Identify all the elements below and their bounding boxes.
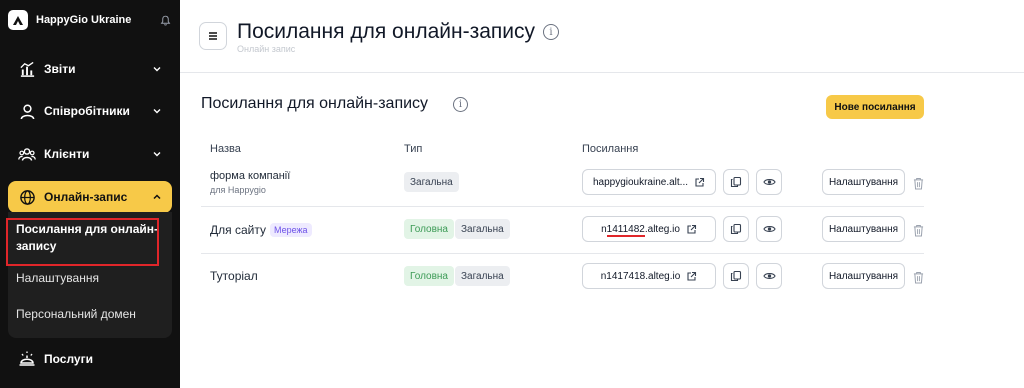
settings-button[interactable]: Налаштування: [822, 169, 905, 195]
user-icon: [18, 102, 36, 120]
users-icon: [18, 145, 36, 163]
submenu-item-settings[interactable]: Налаштування: [16, 271, 99, 285]
link-marked-id: 1411482: [606, 223, 645, 237]
sidebar-item-label: Клієнти: [44, 147, 90, 161]
copy-icon: [730, 176, 742, 188]
sidebar-item-online-booking[interactable]: Онлайн-запис: [8, 181, 172, 213]
booking-link-text: n1411482.alteg.io: [601, 223, 680, 237]
submenu-item-custom-domain[interactable]: Персональний домен: [16, 307, 136, 321]
column-header-link: Посилання: [582, 143, 639, 155]
network-badge: Мережа: [270, 223, 312, 237]
booking-link-text: happygioukraine.alt...: [592, 176, 689, 188]
section-title: Посилання для онлайн-запису: [201, 95, 429, 112]
chart-icon: [18, 60, 36, 78]
chevron-down-icon: [152, 149, 162, 159]
column-header-type: Тип: [404, 143, 423, 155]
trash-icon[interactable]: [912, 176, 924, 190]
service-bell-icon: [18, 350, 36, 368]
eye-icon: [762, 273, 776, 279]
new-link-button[interactable]: Нове посилання: [826, 95, 924, 119]
preview-button[interactable]: [756, 216, 782, 242]
chevron-down-icon: [152, 64, 162, 74]
brand: HappyGio Ukraine: [8, 8, 172, 32]
trash-icon[interactable]: [912, 223, 924, 237]
copy-icon: [730, 270, 742, 282]
booking-link-text: n1417418.alteg.io: [600, 270, 681, 282]
chevron-down-icon: [152, 106, 162, 116]
settings-button[interactable]: Налаштування: [822, 216, 905, 242]
eye-icon: [762, 226, 776, 232]
type-badge-main: Головна: [404, 219, 454, 239]
preview-button[interactable]: [756, 169, 782, 195]
copy-button[interactable]: [723, 169, 749, 195]
hamburger-icon: [209, 32, 217, 40]
copy-button[interactable]: [723, 216, 749, 242]
bell-icon[interactable]: [158, 13, 172, 27]
row-subtitle: для Happygio: [210, 185, 266, 195]
brand-logo-icon: [8, 10, 28, 30]
globe-icon: [18, 188, 36, 206]
link-prefix: n: [601, 223, 607, 235]
header-divider: [180, 72, 1024, 73]
sidebar-item-label: Онлайн-запис: [44, 190, 128, 204]
info-icon[interactable]: i: [453, 97, 468, 112]
row-name: Туторіал: [210, 269, 258, 283]
breadcrumb: Онлайн запис: [237, 44, 296, 54]
type-badge-general: Загальна: [455, 266, 510, 286]
row-name: форма компанії: [210, 170, 291, 182]
settings-button[interactable]: Налаштування: [822, 263, 905, 289]
sidebar-item-reports[interactable]: Звіти: [8, 53, 172, 85]
booking-link[interactable]: n1411482.alteg.io: [582, 216, 716, 242]
external-link-icon: [686, 271, 697, 282]
selection-highlight: [6, 218, 159, 266]
external-link-icon: [686, 224, 697, 235]
type-badge-main: Головна: [404, 266, 454, 286]
sidebar-item-label: Звіти: [44, 62, 76, 76]
booking-link[interactable]: happygioukraine.alt...: [582, 169, 716, 195]
preview-button[interactable]: [756, 263, 782, 289]
sidebar: HappyGio Ukraine Звіти Співробітники Клі…: [0, 0, 180, 388]
sidebar-item-label: Співробітники: [44, 104, 130, 118]
sidebar-item-employees[interactable]: Співробітники: [8, 95, 172, 127]
sidebar-item-services[interactable]: Послуги: [8, 343, 172, 375]
booking-link[interactable]: n1417418.alteg.io: [582, 263, 716, 289]
type-badge-general: Загальна: [404, 172, 459, 192]
row-name: Для сайту: [210, 223, 266, 237]
eye-icon: [762, 179, 776, 185]
link-suffix: .alteg.io: [644, 223, 680, 235]
brand-name: HappyGio Ukraine: [36, 14, 132, 26]
type-badge-general: Загальна: [455, 219, 510, 239]
copy-button[interactable]: [723, 263, 749, 289]
column-header-name: Назва: [210, 143, 241, 155]
chevron-up-icon: [152, 192, 162, 202]
page-title: Посилання для онлайн-запису: [237, 20, 535, 43]
sidebar-item-clients[interactable]: Клієнти: [8, 138, 172, 170]
trash-icon[interactable]: [912, 270, 924, 284]
info-icon[interactable]: i: [543, 24, 559, 40]
row-divider: [201, 253, 924, 254]
sidebar-item-label: Послуги: [44, 352, 93, 366]
external-link-icon: [694, 177, 705, 188]
menu-toggle-button[interactable]: [199, 22, 227, 50]
copy-icon: [730, 223, 742, 235]
row-divider: [201, 206, 924, 207]
